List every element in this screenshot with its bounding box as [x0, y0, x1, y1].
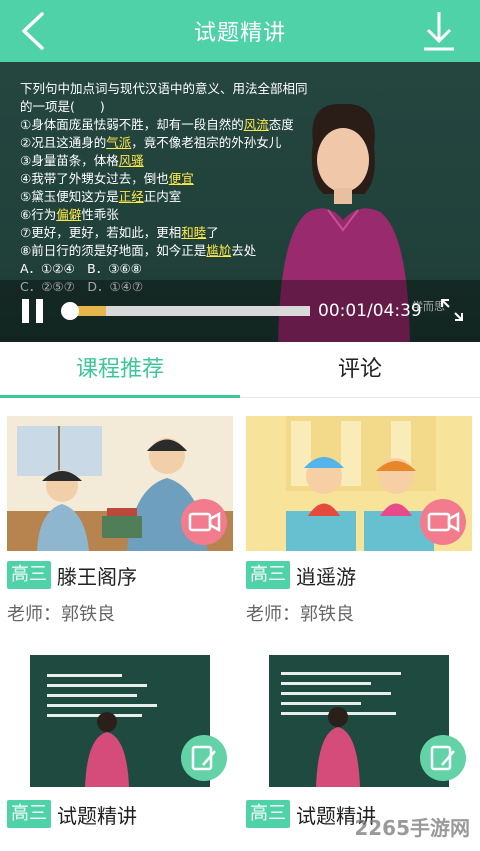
tab-comments[interactable]: 评论: [240, 342, 480, 398]
course-card[interactable]: 高三 试题精讲: [7, 652, 233, 832]
grade-tag: 高三: [246, 800, 290, 828]
course-teacher: 老师：郭铁良: [246, 604, 354, 625]
course-card[interactable]: 高三 试题精讲: [246, 652, 472, 832]
board-line: ⑤黛玉便知这方是正经正内室: [20, 189, 182, 204]
board-line: A．①②④ B．③⑥⑧: [20, 261, 142, 276]
grade-tag: 高三: [7, 800, 51, 828]
board-line: ②况且这通身的气派，竟不像老祖宗的外孙女儿: [20, 135, 282, 150]
course-card[interactable]: 高三 逍遥游 老师：郭铁良: [246, 416, 472, 631]
download-button[interactable]: [422, 10, 456, 52]
time-display: 00:01/04:39: [318, 301, 422, 321]
progress-bar[interactable]: [61, 302, 310, 320]
board-line: 下列句中加点词与现代汉语中的意义、用法全部相同: [20, 81, 308, 96]
course-teacher: 老师：郭铁良: [7, 604, 115, 625]
course-title[interactable]: 逍遥游: [296, 561, 356, 590]
tab-bar: 课程推荐 评论: [0, 342, 480, 398]
course-card[interactable]: 高三 滕王阁序 老师：郭铁良: [7, 416, 233, 631]
video-camera-icon: [420, 499, 466, 545]
progress-knob[interactable]: [61, 302, 79, 320]
site-watermark-logo: 2265手游网: [354, 816, 470, 840]
grade-tag: 高三: [246, 561, 290, 589]
course-thumbnail[interactable]: [246, 652, 472, 787]
video-player[interactable]: 下列句中加点词与现代汉语中的意义、用法全部相同 的一项是( ) ①身体面庞虽怯弱…: [0, 62, 480, 342]
app-header: 试题精讲: [0, 0, 480, 62]
edit-icon: [181, 735, 227, 781]
video-camera-icon: [181, 499, 227, 545]
video-watermark: 学而思: [412, 300, 445, 313]
board-line: ①身体面庞虽怯弱不胜，却有一段自然的风流态度: [20, 117, 294, 132]
board-line: 的一项是( ): [20, 99, 105, 114]
board-line: ④我带了外甥女过去，倒也便宜: [20, 171, 194, 186]
board-line: ⑧前日行的须是好地面，如今正是尴尬去处: [20, 243, 257, 258]
tab-indicator: [0, 395, 240, 398]
download-icon: [424, 12, 454, 51]
pause-button[interactable]: [22, 299, 44, 323]
board-line: ⑦更好，更好，若如此，更相和睦了: [20, 225, 219, 240]
video-controls: 00:01/04:39: [0, 280, 480, 342]
grade-tag: 高三: [7, 561, 51, 589]
tab-course-recommend[interactable]: 课程推荐: [0, 342, 240, 398]
course-title[interactable]: 试题精讲: [57, 800, 137, 829]
course-thumbnail[interactable]: [246, 416, 472, 551]
course-title[interactable]: 滕王阁序: [57, 561, 137, 590]
board-line: ⑥行为偏僻性乖张: [20, 207, 119, 222]
edit-icon: [420, 735, 466, 781]
course-thumbnail[interactable]: [7, 652, 233, 787]
page-title: 试题精讲: [193, 21, 286, 46]
board-line: ③身量苗条，体格风骚: [20, 153, 144, 168]
course-thumbnail[interactable]: [7, 416, 233, 551]
